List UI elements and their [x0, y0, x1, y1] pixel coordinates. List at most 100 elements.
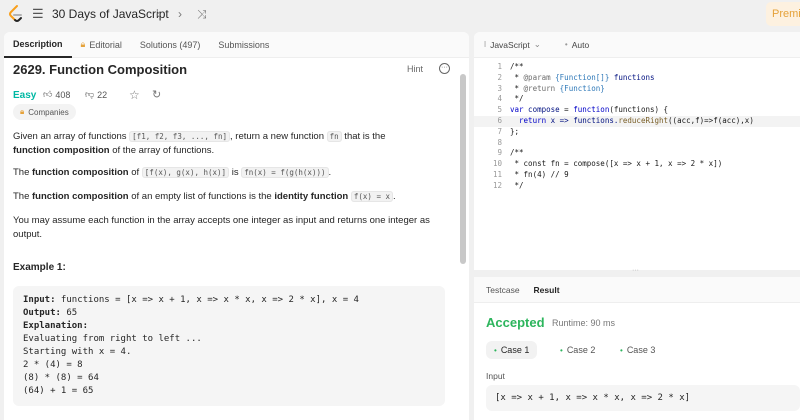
code-line: 12 */ [474, 181, 800, 192]
code-text: * fn(4) // 9 [510, 169, 569, 179]
example-title: Example 1: [13, 262, 66, 273]
code-text: * const fn = compose([x => x + 1, x => 2… [510, 159, 723, 169]
tab-submissions[interactable]: Submissions [209, 32, 278, 58]
result-panel: Testcase Result Accepted Runtime: 90 ms … [474, 277, 800, 420]
explanation-line: (64) + 1 = 65 [23, 386, 94, 396]
token: * [510, 83, 524, 93]
bold-text: identity function [274, 191, 349, 202]
code-text: /** [510, 148, 524, 158]
explanation-line: Evaluating from right to left ... [23, 334, 202, 344]
case-label: Case 3 [626, 345, 656, 355]
text: . [393, 191, 396, 202]
token: function [573, 105, 610, 115]
case-label: Case 2 [566, 345, 596, 355]
line-number: 10 [492, 159, 502, 169]
code-text: }; [510, 126, 520, 136]
code-text: */ [510, 94, 524, 104]
line-number: 4 [497, 94, 502, 104]
input-value-box[interactable]: [x => x + 1, x => x * x, x => 2 * x] [486, 385, 800, 411]
tab-description[interactable]: Description [4, 32, 72, 58]
text: The [13, 167, 33, 178]
tab-label: Editorial [89, 39, 122, 50]
code-text: /** [510, 62, 524, 71]
tab-testcase[interactable]: Testcase [474, 277, 528, 303]
auto-mode-toggle[interactable]: • Auto [565, 40, 589, 50]
code-text: * @param {Function[]} functions [510, 73, 655, 84]
tab-solutions[interactable]: Solutions (497) [131, 32, 210, 58]
dot-icon: • [620, 345, 623, 355]
text: Given an array of functions [13, 131, 130, 142]
thumbs-up-icon: 👍︎ [43, 89, 53, 99]
more-icon[interactable]: ··· [439, 63, 450, 74]
example-explanation-label: Explanation: [23, 320, 435, 333]
list-icon[interactable]: ☰ [32, 0, 44, 28]
description-paragraph-1: Given an array of functions [f1, f2, f3,… [13, 130, 453, 158]
token: functions [609, 72, 655, 82]
input-label: Input [486, 371, 505, 381]
case-tab-1[interactable]: • Case 1 [486, 341, 538, 359]
description-panel: Description 🔒︎ Editorial Solutions (497) … [4, 32, 469, 420]
tab-result[interactable]: Result [528, 277, 568, 303]
code-line: 5 var compose = function(functions) { [474, 105, 800, 116]
text: of the array of functions. [109, 145, 215, 156]
code-area[interactable]: 1 /** 2 * @param {Function[]} functions 3… [474, 62, 800, 192]
status-badge: Accepted [486, 315, 545, 330]
case-label: Case 1 [500, 345, 530, 355]
hint-button[interactable]: Hint [407, 64, 423, 74]
code-text: var compose = function(functions) { [510, 105, 668, 116]
code-line: 3 * @return {Function} [474, 84, 800, 95]
text: of [128, 167, 142, 178]
case-tab-2[interactable]: • Case 2 [552, 341, 603, 359]
text: that is the [341, 131, 386, 142]
line-number: 2 [497, 72, 502, 82]
premium-button[interactable]: Premium [766, 2, 800, 26]
label: Output: [23, 308, 61, 318]
line-number: 11 [492, 169, 502, 179]
text: The [13, 191, 33, 202]
code-line: 1 /** [474, 62, 800, 73]
dislike-button[interactable]: 👎︎ 22 [85, 89, 107, 100]
shuffle-icon[interactable]: ⤨ [197, 0, 207, 28]
tab-label: Submissions [218, 39, 270, 50]
difficulty-badge: Easy [13, 90, 37, 101]
description-scrollbar[interactable] [460, 74, 466, 264]
inline-code: fn [326, 131, 342, 142]
language-label: JavaScript [490, 39, 530, 50]
code-text: * @return {Function} [510, 84, 605, 95]
line-number: 7 [497, 126, 502, 136]
text: of an empty list of functions is the [128, 191, 275, 202]
line-number: 9 [497, 148, 502, 158]
dot-icon: • [564, 40, 568, 49]
editor-toolbar: ǀ JavaScript ⌄ • Auto [474, 32, 800, 58]
language-select[interactable]: ǀ JavaScript ⌄ [484, 39, 541, 50]
top-nav-bar: ☰ 30 Days of JavaScript ‹ › ⤨ Premium [0, 0, 800, 28]
dot-icon: • [560, 345, 563, 355]
inline-code: [f1, f2, f3, ..., fn] [129, 131, 230, 142]
line-number: 12 [492, 180, 502, 190]
star-icon[interactable]: ☆ [129, 88, 140, 102]
line-number: 1 [497, 62, 502, 71]
chevron-down-icon: ⌄ [533, 39, 541, 49]
label: Explanation: [23, 321, 89, 331]
text: . [328, 167, 332, 178]
panel-resize-handle[interactable]: ··· [474, 267, 800, 277]
code-line: 8 [474, 138, 800, 149]
tab-editorial[interactable]: 🔒︎ Editorial [72, 32, 131, 58]
case-tab-3[interactable]: • Case 3 [612, 341, 663, 359]
line-number: 6 [497, 115, 502, 125]
chevron-right-icon[interactable]: › [172, 6, 188, 22]
inline-code: f(x) = x [350, 191, 393, 202]
share-icon[interactable]: ↻ [152, 88, 161, 101]
token: (functions) { [609, 105, 669, 115]
token: @param [523, 72, 551, 82]
companies-tag[interactable]: 🔒︎ Companies [13, 104, 76, 120]
page-title[interactable]: 2629. Function Composition [13, 62, 187, 77]
drag-handle-icon: ··· [632, 267, 639, 274]
leetcode-logo[interactable] [6, 4, 26, 24]
lock-icon: 🔒︎ [80, 39, 86, 49]
token: x => functions. [546, 115, 619, 125]
like-button[interactable]: 👍︎ 408 [43, 89, 70, 100]
token: @return [523, 83, 556, 93]
chevron-left-icon[interactable]: ‹ [150, 6, 166, 22]
token: * [510, 72, 524, 82]
